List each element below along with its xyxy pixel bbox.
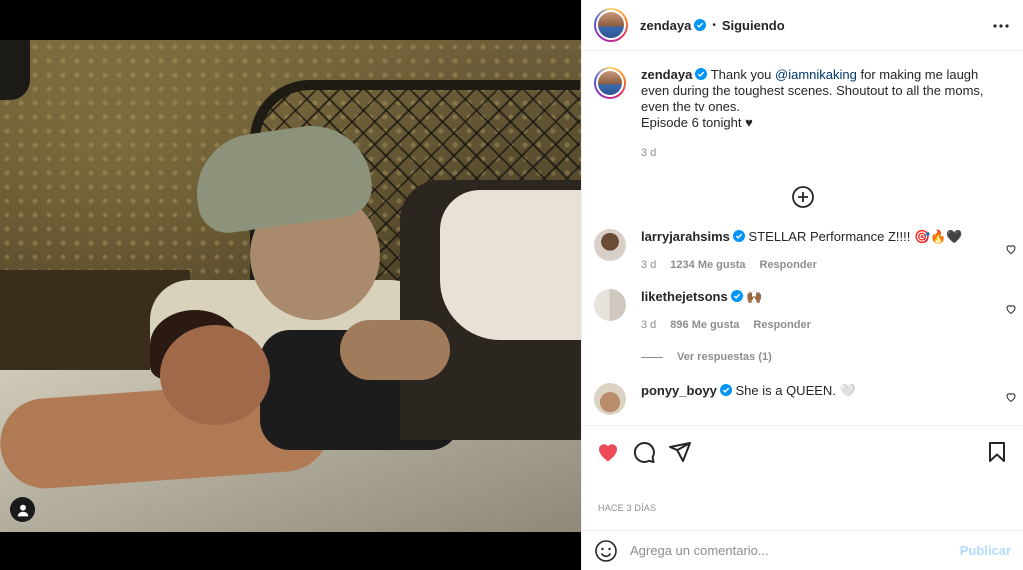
commenter-username[interactable]: larryjarahsims [641,229,730,244]
comment-like-heart-icon[interactable] [1005,391,1017,403]
commenter-username[interactable]: ponyy_boyy [641,383,717,398]
post-media [0,0,581,570]
caption-username[interactable]: zendaya [641,67,692,82]
caption-mention-link[interactable]: @iamnikaking [775,67,857,82]
comment-text: 🙌🏾 [746,289,763,304]
post-actions-bar [582,425,1023,477]
comment-composer: Publicar [582,530,1023,570]
view-replies-button[interactable]: Ver respuestas (1) [641,351,1023,363]
reply-button[interactable]: Responder [760,257,817,273]
post-header: zendaya • Siguiendo [582,0,1023,51]
post-timestamp[interactable]: HACE 3 DÍAS [598,503,656,513]
commenter-username[interactable]: likethejetsons [641,289,728,304]
comment-item: larryjarahsims STELLAR Performance Z!!!!… [582,229,1023,273]
verified-badge-icon [730,290,743,302]
comment-input[interactable] [630,543,950,558]
tagged-users-button[interactable] [10,497,35,522]
separator-dot: • [712,19,716,31]
publish-button[interactable]: Publicar [960,543,1011,558]
comment-item: likethejetsons 🙌🏾 3 d 896 Me gusta Respo… [582,289,1023,333]
post-photo[interactable] [0,40,581,532]
comments-scroll-area[interactable]: zendaya Thank you @iamnikaking for makin… [582,51,1023,425]
commenter-avatar[interactable] [594,289,626,321]
comment-like-heart-icon[interactable] [1005,303,1017,315]
verified-badge-icon [732,230,745,242]
comment-time: 3 d [641,319,657,331]
comment-likes-count[interactable]: 896 Me gusta [670,317,739,333]
commenter-avatar[interactable] [594,383,626,415]
user-icon [17,504,28,516]
comment-text: STELLAR Performance Z!!!! 🎯🔥🖤 [748,229,963,244]
comment-icon[interactable] [632,440,656,464]
share-icon[interactable] [668,440,692,464]
caption-line-2: Episode 6 tonight ♥ [641,115,753,130]
comment-likes-count[interactable]: 1234 Me gusta [670,257,745,273]
liked-heart-icon[interactable] [596,440,620,464]
post-caption: zendaya Thank you @iamnikaking for makin… [582,51,1023,161]
comment-item: ponyy_boyy She is a QUEEN. 🤍 [582,383,1023,415]
caption-text-before: Thank you [710,67,776,82]
author-avatar[interactable] [594,8,628,42]
load-more-comments[interactable] [582,185,1023,215]
emoji-icon[interactable] [594,539,618,563]
following-button[interactable]: Siguiendo [722,18,785,33]
verified-badge-icon [694,19,707,31]
view-replies-label: Ver respuestas (1) [677,351,772,363]
comment-time: 3 d [641,259,657,271]
caption-time: 3 d [641,147,657,159]
verified-badge-icon [695,68,708,80]
commenter-avatar[interactable] [594,229,626,261]
verified-badge-icon [719,384,732,396]
save-bookmark-icon[interactable] [985,440,1009,464]
plus-circle-icon [791,186,814,208]
author-username[interactable]: zendaya [640,18,691,33]
caption-avatar[interactable] [594,67,626,99]
comment-text: She is a QUEEN. 🤍 [735,383,856,398]
post-details-panel: zendaya • Siguiendo zendaya Thank you @i… [581,0,1023,570]
comment-like-heart-icon[interactable] [1005,243,1017,255]
more-options-icon[interactable] [989,14,1013,38]
reply-button[interactable]: Responder [753,317,810,333]
